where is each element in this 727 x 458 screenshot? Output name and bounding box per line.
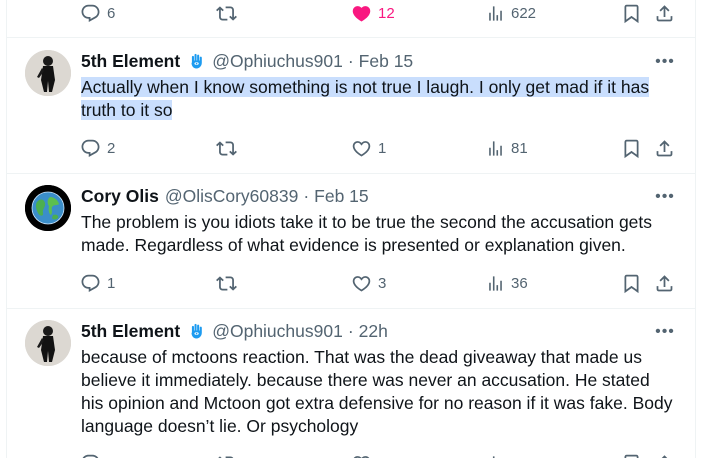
retweet-button[interactable] [216,1,237,25]
views-count: 81 [511,139,528,157]
bookmark-button[interactable] [621,1,642,25]
like-count: 3 [378,274,387,292]
post-actions: 2 1 81 [7,136,695,160]
reply-post[interactable]: Cory Olis @OlisCory60839 · Feb 15 ••• Th… [7,173,695,309]
views-button[interactable]: 81 [486,136,528,160]
timestamp[interactable]: Feb 15 [359,51,413,72]
reply-icon [80,3,101,24]
more-icon[interactable]: ••• [653,322,677,342]
bookmark-icon [621,138,642,159]
post-actions: 1 3 36 [7,271,695,295]
avatar[interactable] [25,320,71,366]
share-button[interactable] [654,136,675,160]
reply-button[interactable]: 6 [80,1,115,25]
views-button[interactable] [486,451,505,458]
reply-icon [80,273,101,294]
reply-icon [80,453,101,458]
retweet-button[interactable] [216,451,237,458]
reply-post[interactable]: 5th Element @Ophiuchus901 · 22h ••• beca… [7,308,695,458]
timestamp[interactable]: 22h [359,321,388,342]
like-count: 1 [378,139,387,157]
reply-button[interactable]: 2 [80,136,115,160]
separator: · [347,320,354,341]
retweet-icon [216,273,237,294]
avatar[interactable] [25,185,71,231]
separator: · [347,50,354,71]
like-icon [351,273,372,294]
user-handle[interactable]: @OlisCory60839 [165,186,299,207]
like-button[interactable]: 12 [351,1,395,25]
reply-post[interactable]: 5th Element @Ophiuchus901 · Feb 15 ••• A… [7,38,695,174]
share-button[interactable] [654,271,675,295]
views-icon [486,139,505,158]
like-button[interactable] [351,451,372,458]
views-icon [486,454,505,458]
views-count: 36 [511,274,528,292]
like-icon [351,3,372,24]
share-icon [654,3,675,24]
like-button[interactable]: 3 [351,271,386,295]
views-icon [486,274,505,293]
reply-count: 2 [107,139,116,157]
timestamp[interactable]: Feb 15 [314,186,368,207]
display-name[interactable]: Cory Olis [81,186,159,207]
reply-icon [80,138,101,159]
reply-count: 1 [107,274,116,292]
retweet-button[interactable] [216,271,237,295]
views-count: 622 [511,4,537,22]
retweet-icon [216,3,237,24]
reply-button[interactable] [80,451,101,458]
bookmark-icon [621,273,642,294]
hamsa-badge-icon [187,322,206,341]
views-button[interactable]: 36 [486,271,528,295]
bookmark-button[interactable] [621,271,642,295]
like-icon [351,138,372,159]
bookmark-icon [621,453,642,458]
bookmark-icon [621,3,642,24]
post-text: because of mctoons reaction. That was th… [81,347,673,436]
like-count: 12 [378,4,395,22]
user-handle[interactable]: @Ophiuchus901 [212,321,343,342]
reply-thread: 6 12 622 5th Element @Ophiuchus901 · Feb… [6,0,696,458]
display-name[interactable]: 5th Element [81,51,180,72]
retweet-icon [216,138,237,159]
reply-count: 6 [107,4,116,22]
more-icon[interactable]: ••• [653,52,677,72]
post-header: Cory Olis @OlisCory60839 · Feb 15 [81,185,369,207]
display-name[interactable]: 5th Element [81,321,180,342]
views-button[interactable]: 622 [486,1,536,25]
retweet-icon [216,453,237,458]
views-icon [486,4,505,23]
share-icon [654,138,675,159]
more-icon[interactable]: ••• [653,187,677,207]
selected-text: Actually when I know something is not tr… [81,77,650,120]
post-header: 5th Element @Ophiuchus901 · 22h [81,320,388,342]
bookmark-button[interactable] [621,136,642,160]
post-actions [7,451,695,458]
post-text: The problem is you idiots take it to be … [81,212,653,255]
separator: · [303,185,310,206]
share-button[interactable] [654,1,675,25]
like-icon [351,453,372,458]
like-button[interactable]: 1 [351,136,386,160]
previous-post-actions: 6 12 622 [7,1,695,25]
bookmark-button[interactable] [621,451,642,458]
post-header: 5th Element @Ophiuchus901 · Feb 15 [81,50,413,72]
share-icon [654,273,675,294]
reply-button[interactable]: 1 [80,271,115,295]
user-handle[interactable]: @Ophiuchus901 [212,51,343,72]
hamsa-badge-icon [187,52,206,71]
retweet-button[interactable] [216,136,237,160]
share-button[interactable] [654,451,675,458]
share-icon [654,453,675,458]
post-text: Actually when I know something is not tr… [81,76,676,122]
avatar[interactable] [25,50,71,96]
